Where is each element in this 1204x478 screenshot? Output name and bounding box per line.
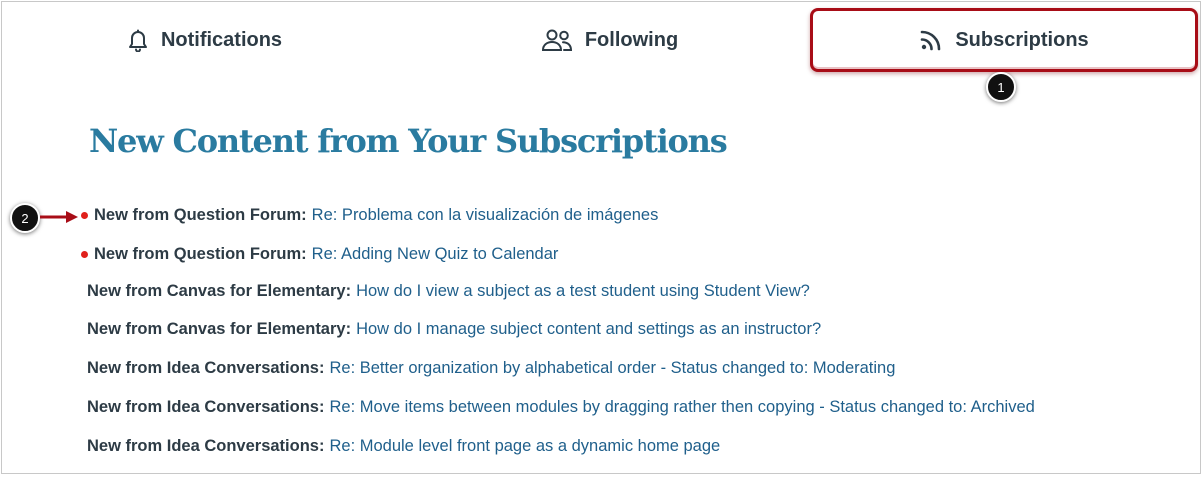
feed-link[interactable]: Re: Problema con la visualización de imá…: [312, 206, 659, 225]
list-item: New from Idea Conversations: Re: Module …: [87, 434, 720, 458]
feed-source: New from Canvas for Elementary:: [87, 319, 352, 338]
list-item: New from Canvas for Elementary: How do I…: [87, 279, 810, 303]
rss-icon: [919, 28, 943, 52]
list-item: New from Canvas for Elementary: How do I…: [87, 317, 821, 341]
users-icon: [541, 28, 573, 52]
subscriptions-page: Notifications Following Subscriptions 1 …: [1, 1, 1201, 474]
tab-notifications-label: Notifications: [160, 28, 283, 51]
tab-notifications[interactable]: Notifications: [2, 2, 407, 78]
feed-link[interactable]: Re: Module level front page as a dynamic…: [329, 437, 720, 456]
tab-bar: Notifications Following Subscriptions: [2, 2, 1200, 78]
feed-link[interactable]: How do I manage subject content and sett…: [356, 320, 821, 339]
unread-dot: [81, 211, 88, 219]
list-item: New from Question Forum: Re: Adding New …: [81, 242, 559, 266]
feed-link[interactable]: Re: Adding New Quiz to Calendar: [312, 245, 559, 264]
list-item: New from Idea Conversations: Re: Better …: [87, 356, 895, 380]
list-item: New from Idea Conversations: Re: Move it…: [87, 395, 1035, 419]
feed-source: New from Canvas for Elementary:: [87, 281, 352, 300]
feed-source: New from Idea Conversations:: [87, 397, 325, 416]
feed-source: New from Question Forum:: [94, 205, 307, 224]
feed-source: New from Idea Conversations:: [87, 436, 325, 455]
tab-following[interactable]: Following: [407, 2, 812, 78]
feed-source: New from Question Forum:: [94, 244, 307, 263]
unread-dot: [81, 250, 88, 258]
feed-source: New from Idea Conversations:: [87, 358, 325, 377]
list-item: New from Question Forum: Re: Problema co…: [81, 203, 659, 227]
feed-link[interactable]: How do I view a subject as a test studen…: [356, 282, 810, 301]
callout-badge-1: 1: [986, 72, 1016, 102]
tab-following-label: Following: [584, 28, 679, 51]
page-title: New Content from Your Subscriptions: [89, 122, 728, 160]
callout-arrow-icon: [40, 211, 78, 223]
feed-link[interactable]: Re: Better organization by alphabetical …: [329, 359, 895, 378]
tab-subscriptions-label: Subscriptions: [955, 28, 1089, 51]
tab-subscriptions[interactable]: Subscriptions: [810, 8, 1198, 72]
feed-link[interactable]: Re: Move items between modules by draggi…: [329, 398, 1034, 417]
callout-badge-2: 2: [10, 203, 40, 233]
bell-icon: [127, 28, 149, 52]
